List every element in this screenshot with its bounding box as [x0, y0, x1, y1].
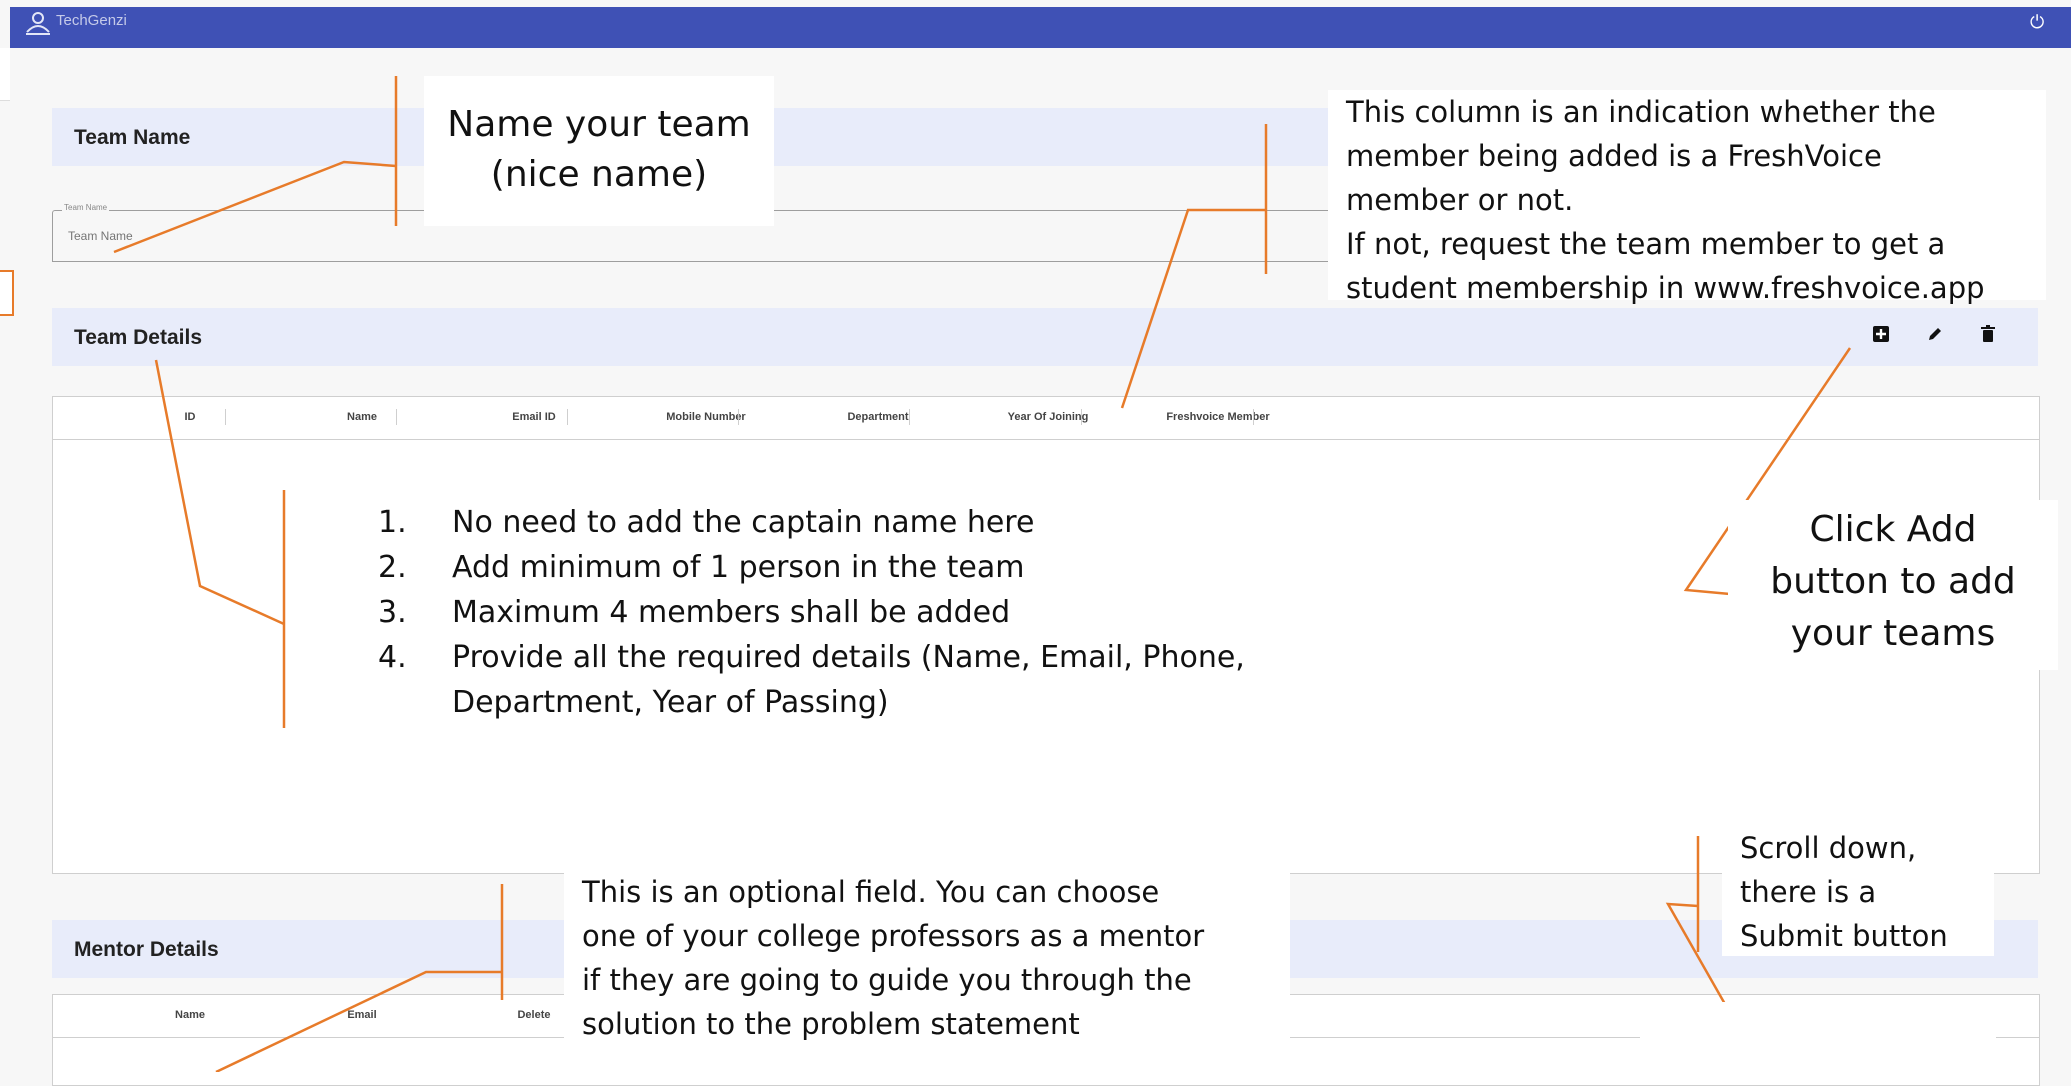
callout-line: member or not. [1346, 183, 1574, 217]
callout-mentor-optional: This is an optional field. You can choos… [564, 870, 1290, 1072]
callout-line: Scroll down, [1740, 831, 1917, 865]
callout-line: solution to the problem statement [582, 1007, 1080, 1041]
callout-line: This column is an indication whether the [1346, 95, 1936, 129]
rule-text: Add minimum of 1 person in the team [452, 550, 1025, 585]
callout-line: student membership in www.freshvoice.app [1346, 271, 1985, 305]
callout-team-name: Name your team (nice name) [424, 76, 774, 226]
callout-line: one of your college professors as a ment… [582, 919, 1205, 953]
rule-number: 4. [378, 640, 407, 675]
callout-line: Submit button [1740, 919, 1948, 953]
annotation-line [113, 160, 397, 254]
rule-text: Maximum 4 members shall be added [452, 595, 1011, 630]
callout-line: Click Add [1809, 509, 1977, 550]
rule-text: No need to add the captain name here [452, 505, 1035, 540]
rule-item: 2. Add minimum of 1 person in the team [378, 545, 1258, 590]
callout-line: if they are going to guide you through t… [582, 963, 1192, 997]
rule-text: Provide all the required details (Name, … [452, 640, 1245, 720]
rule-item: 4. Provide all the required details (Name… [378, 635, 1258, 725]
callout-line: This is an optional field. You can choos… [582, 875, 1160, 909]
callout-line: If not, request the team member to get a [1346, 227, 1946, 261]
callout-line: there is a [1740, 875, 1877, 909]
callout-line: button to add [1770, 561, 2016, 602]
annotation-line [1120, 208, 1266, 409]
callout-scroll-down: Scroll down, there is a Submit button [1722, 826, 1994, 956]
callout-freshvoice-column: This column is an indication whether the… [1328, 90, 2046, 305]
callout-line: member being added is a FreshVoice [1346, 139, 1882, 173]
annotation-line [215, 970, 502, 1072]
annotation-line [154, 359, 285, 626]
rule-item: 3. Maximum 4 members shall be added [378, 590, 1258, 635]
rule-item: 1. No need to add the captain name here [378, 500, 1258, 545]
team-rules-list: 1. No need to add the captain name here 2… [378, 500, 1258, 725]
callout-line: your teams [1790, 613, 1996, 654]
rule-number: 2. [378, 550, 407, 585]
rule-number: 3. [378, 595, 407, 630]
callout-add-button: Click Add button to add your teams [1728, 500, 2058, 670]
callout-blank-box [1640, 1002, 1996, 1072]
rule-number: 1. [378, 505, 407, 540]
